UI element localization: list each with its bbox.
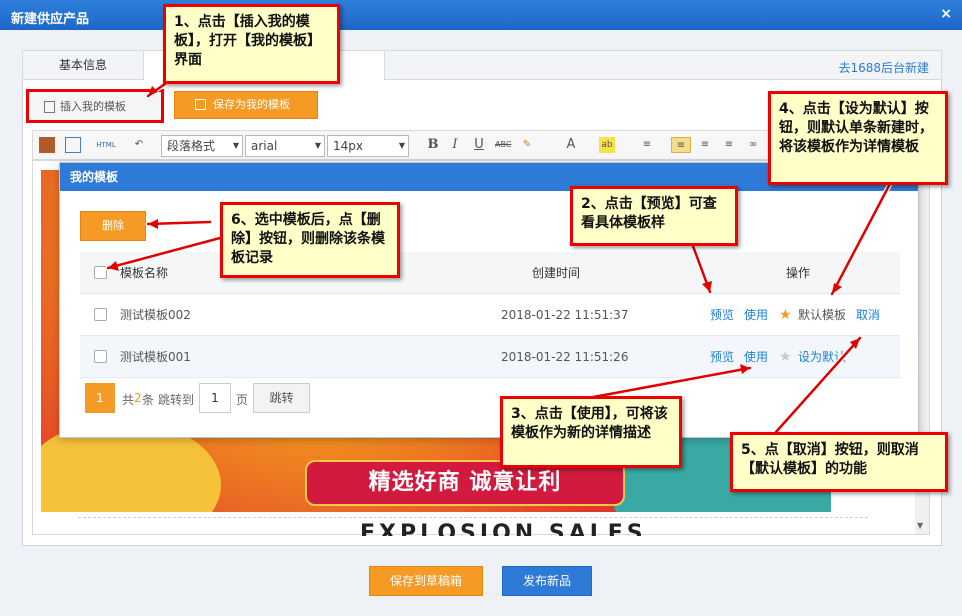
font-select[interactable]: arial ▼ <box>245 135 325 157</box>
bold-icon[interactable]: B <box>425 137 441 153</box>
page-input[interactable]: 1 <box>199 383 231 413</box>
pagination: 1 共 2 条 跳转到 1 页 跳转 <box>85 382 385 413</box>
indent-icon[interactable]: ≡ <box>639 137 655 153</box>
cancel-default-link[interactable]: 取消 <box>856 294 880 336</box>
chevron-down-icon: ▼ <box>398 141 405 150</box>
page-unit: 页 <box>236 393 249 407</box>
paragraph-format-value: 段落格式 <box>167 139 216 153</box>
paragraph-format-select[interactable]: 段落格式 ▼ <box>161 135 243 157</box>
link-1688-backend[interactable]: 去1688后台新建 <box>838 59 929 76</box>
font-color-icon[interactable]: A <box>563 137 579 153</box>
star-icon: ★ <box>779 349 792 365</box>
scroll-down-icon[interactable]: ▼ <box>917 521 923 530</box>
table-row: 测试模板002 2018-01-22 11:51:37 预览 使用 ★ 默认模板… <box>80 294 900 336</box>
font-value: arial <box>251 139 278 153</box>
jump-label: 跳转到 <box>158 393 195 407</box>
save-draft-button[interactable]: 保存到草稿箱 <box>369 566 483 596</box>
set-default-link[interactable]: 设为默认 <box>798 336 846 378</box>
format-painter-icon[interactable]: ✎ <box>519 137 535 153</box>
align-left-icon[interactable]: ≡ <box>671 137 691 153</box>
link-icon[interactable]: ∞ <box>745 137 761 153</box>
close-icon[interactable]: × <box>940 6 952 22</box>
template-time: 2018-01-22 11:51:37 <box>501 308 629 322</box>
insert-template-label: 插入我的模板 <box>60 100 126 113</box>
html-icon[interactable]: HTML <box>93 137 119 153</box>
window-title: 新建供应产品 <box>11 12 90 27</box>
window-titlebar: 新建供应产品 × <box>0 0 962 30</box>
default-template-label: 默认模板 <box>798 308 847 322</box>
row-checkbox[interactable] <box>94 308 107 321</box>
jump-button[interactable]: 跳转 <box>253 383 310 413</box>
row-checkbox[interactable] <box>94 350 107 363</box>
underline-icon[interactable]: U <box>471 137 487 153</box>
save-as-template-button[interactable]: 保存为我的模板 <box>174 91 318 119</box>
preview-link[interactable]: 预览 <box>710 294 734 336</box>
header-actions: 操作 <box>786 266 811 280</box>
tab-basic-info[interactable]: 基本信息 <box>23 51 143 80</box>
tab-bar: 基本信息 去1688后台新建 <box>22 50 942 80</box>
use-link[interactable]: 使用 <box>744 336 768 378</box>
chevron-down-icon: ▼ <box>232 141 239 150</box>
use-link[interactable]: 使用 <box>744 294 768 336</box>
annotation-note-3: 3、点击【使用】，可将该模板作为新的详情描述 <box>500 396 682 468</box>
total-prefix: 共 <box>122 393 135 407</box>
select-all-checkbox[interactable] <box>94 266 107 279</box>
table-row: 测试模板001 2018-01-22 11:51:26 预览 使用 ★ 设为默认 <box>80 336 900 378</box>
annotation-note-6: 6、选中模板后，点【删除】按钮，则删除该条模板记录 <box>220 202 400 278</box>
total-count: 2 <box>134 391 142 405</box>
chevron-down-icon: ▼ <box>314 141 321 150</box>
total-suffix: 条 <box>142 393 155 407</box>
template-time: 2018-01-22 11:51:26 <box>501 350 629 364</box>
annotation-note-4: 4、点击【设为默认】按钮，则默认单条新建时，将该模板作为详情模板 <box>768 91 948 185</box>
font-size-value: 14px <box>333 139 363 153</box>
align-center-icon[interactable]: ≡ <box>697 137 713 153</box>
annotation-note-1: 1、点击【插入我的模板】，打开【我的模板】界面 <box>163 4 340 84</box>
annotation-note-2: 2、点击【预览】可查看具体模板样 <box>570 186 738 246</box>
banner-explosion-text: EXPLOSION SALES <box>360 521 647 536</box>
delete-button[interactable]: 删除 <box>80 211 146 241</box>
template-name: 测试模板002 <box>120 308 191 322</box>
annotation-note-5: 5、点【取消】按钮，则取消【默认模板】的功能 <box>730 432 948 492</box>
header-name: 模板名称 <box>120 266 169 280</box>
header-time: 创建时间 <box>532 266 581 280</box>
editor-divider <box>78 517 868 518</box>
save-as-template-label: 保存为我的模板 <box>213 98 290 111</box>
save-icon <box>195 99 206 110</box>
table-header: 模板名称 创建时间 操作 <box>80 252 900 294</box>
star-icon: ★ <box>779 307 792 323</box>
template-name: 测试模板001 <box>120 350 191 364</box>
font-size-select[interactable]: 14px ▼ <box>327 135 409 157</box>
undo-icon[interactable]: ↶ <box>131 137 147 153</box>
table-icon[interactable] <box>65 137 81 153</box>
template-icon <box>44 101 55 113</box>
image-icon[interactable] <box>39 137 55 153</box>
highlight-icon[interactable]: ab <box>599 137 615 153</box>
italic-icon[interactable]: I <box>447 137 463 153</box>
insert-template-button[interactable]: 插入我的模板 <box>26 89 164 123</box>
align-right-icon[interactable]: ≡ <box>721 137 737 153</box>
publish-button[interactable]: 发布新品 <box>502 566 592 596</box>
preview-link[interactable]: 预览 <box>710 336 734 378</box>
strikethrough-icon[interactable]: ABC <box>495 137 511 153</box>
page-current[interactable]: 1 <box>85 383 115 413</box>
